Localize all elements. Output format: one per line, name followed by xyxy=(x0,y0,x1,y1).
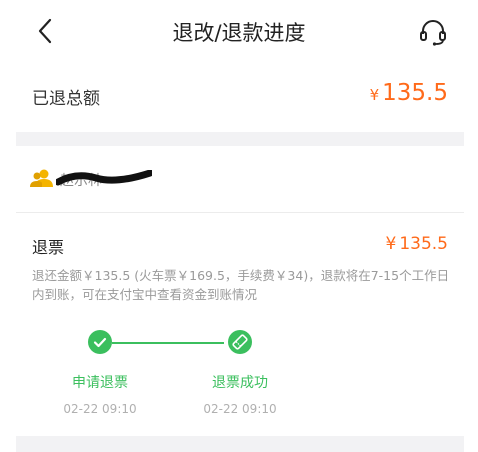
refund-total-value: 135.5 xyxy=(382,80,448,106)
step-circle xyxy=(88,330,112,354)
step-refund-success: 退票成功 02-22 09:10 xyxy=(170,330,310,416)
customer-service-button[interactable] xyxy=(418,17,448,47)
nav-bar: 退改/退款进度 xyxy=(0,0,478,64)
step-time: 02-22 09:10 xyxy=(63,402,137,416)
refund-total-row: 已退总额 ¥135.5 xyxy=(16,70,464,130)
step-time: 02-22 09:10 xyxy=(203,402,277,416)
section-divider xyxy=(16,436,464,452)
refund-progress-steps: 申请退票 02-22 09:10 退票成功 02-22 09:10 xyxy=(16,330,464,426)
passenger-row: 赵示林 xyxy=(16,146,464,212)
refund-type-label: 退票 xyxy=(32,238,65,257)
refund-description: 退还金额￥135.5 (火车票￥169.5，手续费￥34)，退款将在7-15个工… xyxy=(32,268,450,302)
refund-amount: ¥135.5 xyxy=(386,234,449,254)
refund-amount-value: 135.5 xyxy=(399,234,448,254)
step-circle xyxy=(228,330,252,354)
step-label: 退票成功 xyxy=(212,375,268,391)
ticket-icon xyxy=(232,334,248,350)
divider xyxy=(16,212,464,213)
currency-symbol: ¥ xyxy=(369,86,380,104)
check-icon xyxy=(93,337,107,348)
redaction-scribble xyxy=(56,170,152,186)
person-icon xyxy=(30,169,53,187)
refund-total-label: 已退总额 xyxy=(32,89,100,109)
section-divider xyxy=(16,132,464,146)
currency-symbol: ¥ xyxy=(385,234,397,254)
refund-total-amount: ¥135.5 xyxy=(370,80,448,106)
step-label: 申请退票 xyxy=(72,375,128,391)
page-title: 退改/退款进度 xyxy=(172,21,306,45)
headset-icon xyxy=(420,20,446,46)
refund-detail-card: 退票 ¥135.5 退还金额￥135.5 (火车票￥169.5，手续费￥34)，… xyxy=(16,222,464,432)
step-apply-refund: 申请退票 02-22 09:10 xyxy=(30,330,170,416)
